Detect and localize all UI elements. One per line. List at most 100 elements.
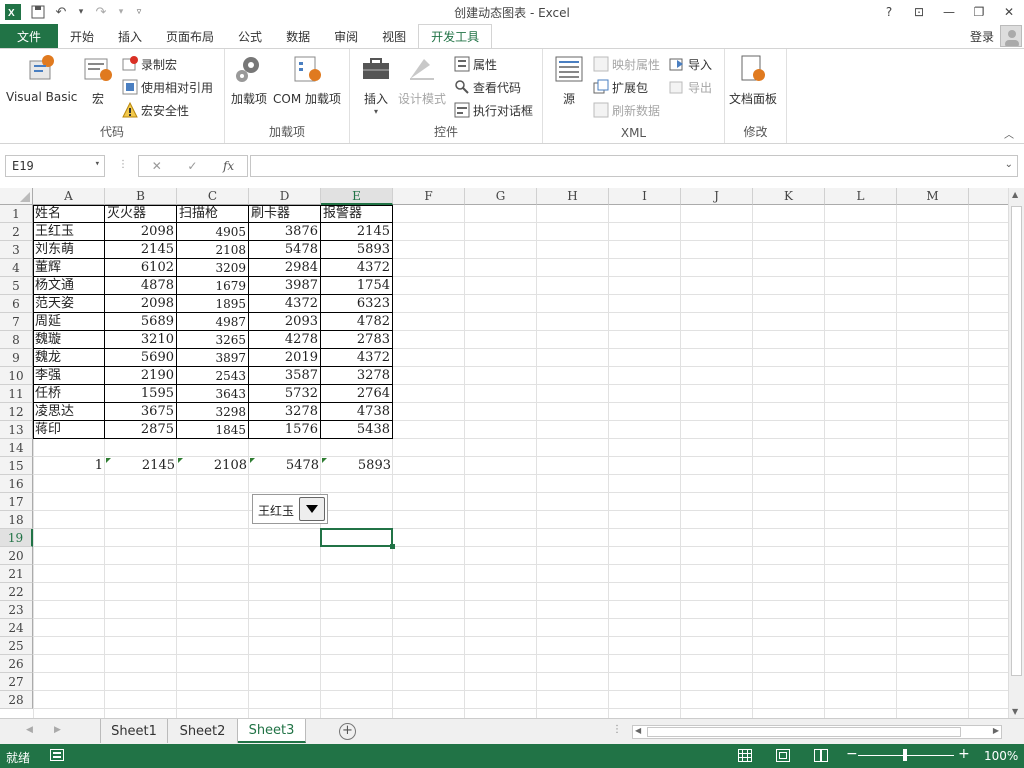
cell-e8[interactable]: 2783 bbox=[321, 331, 393, 349]
help-button[interactable]: ? bbox=[874, 0, 904, 24]
name-box[interactable]: E19 ▾ bbox=[5, 155, 105, 177]
cell-c9[interactable]: 3897 bbox=[177, 349, 249, 367]
sheet-tab-sheet3[interactable]: Sheet3 bbox=[238, 719, 306, 743]
cell-a7[interactable]: 周延 bbox=[33, 313, 105, 331]
cell-d12[interactable]: 3278 bbox=[249, 403, 321, 421]
zoom-slider-thumb[interactable] bbox=[903, 749, 907, 761]
cell-b8[interactable]: 3210 bbox=[105, 331, 177, 349]
row-header-15[interactable]: 15 bbox=[0, 457, 33, 475]
cell-d5[interactable]: 3987 bbox=[249, 277, 321, 295]
cell-a4[interactable]: 董辉 bbox=[33, 259, 105, 277]
view-code-button[interactable]: 查看代码 bbox=[454, 77, 521, 97]
column-header-a[interactable]: A bbox=[33, 188, 105, 205]
cell-c2[interactable]: 4905 bbox=[177, 223, 249, 241]
undo-icon[interactable]: ↶ bbox=[50, 0, 72, 24]
page-break-view-icon[interactable] bbox=[814, 749, 828, 765]
login-link[interactable]: 登录 bbox=[970, 28, 994, 45]
cell-c6[interactable]: 1895 bbox=[177, 295, 249, 313]
row-header-27[interactable]: 27 bbox=[0, 673, 33, 691]
scroll-up-icon[interactable]: ▲ bbox=[1012, 190, 1018, 199]
cell-c7[interactable]: 4987 bbox=[177, 313, 249, 331]
cell-b15[interactable]: 2145 bbox=[105, 457, 177, 475]
document-panel-button[interactable]: 文档面板 bbox=[729, 53, 777, 107]
cell-e4[interactable]: 4372 bbox=[321, 259, 393, 277]
row-header-16[interactable]: 16 bbox=[0, 475, 33, 493]
cell-a9[interactable]: 魏龙 bbox=[33, 349, 105, 367]
tab-file[interactable]: 文件 bbox=[0, 24, 58, 48]
row-header-24[interactable]: 24 bbox=[0, 619, 33, 637]
add-sheet-icon[interactable]: + bbox=[339, 723, 356, 740]
cell-c3[interactable]: 2108 bbox=[177, 241, 249, 259]
macro-record-icon[interactable] bbox=[50, 749, 64, 764]
cell-b7[interactable]: 5689 bbox=[105, 313, 177, 331]
cell-e7[interactable]: 4782 bbox=[321, 313, 393, 331]
row-header-28[interactable]: 28 bbox=[0, 691, 33, 709]
cell-b10[interactable]: 2190 bbox=[105, 367, 177, 385]
name-combo-box[interactable]: 王红玉 bbox=[252, 494, 328, 524]
cell-e11[interactable]: 2764 bbox=[321, 385, 393, 403]
row-header-19[interactable]: 19 bbox=[0, 529, 33, 547]
cell-b2[interactable]: 2098 bbox=[105, 223, 177, 241]
error-indicator-icon[interactable] bbox=[250, 458, 255, 463]
row-header-2[interactable]: 2 bbox=[0, 223, 33, 241]
row-header-3[interactable]: 3 bbox=[0, 241, 33, 259]
column-header-j[interactable]: J bbox=[681, 188, 753, 205]
tab-review[interactable]: 审阅 bbox=[322, 24, 370, 48]
ribbon-display-options-button[interactable]: ⊡ bbox=[904, 0, 934, 24]
vertical-scrollbar[interactable]: ▲ ▼ bbox=[1008, 188, 1024, 718]
cell-e9[interactable]: 4372 bbox=[321, 349, 393, 367]
fill-handle[interactable] bbox=[390, 544, 395, 549]
row-header-21[interactable]: 21 bbox=[0, 565, 33, 583]
row-header-4[interactable]: 4 bbox=[0, 259, 33, 277]
redo-icon[interactable]: ↷ bbox=[90, 0, 112, 24]
visual-basic-button[interactable]: Visual Basic bbox=[6, 53, 77, 104]
cell-e15[interactable]: 5893 bbox=[321, 457, 393, 475]
formula-input[interactable]: ⌄ bbox=[250, 155, 1018, 177]
select-all-corner[interactable] bbox=[0, 188, 33, 205]
cell-b1[interactable]: 灭火器 bbox=[105, 205, 177, 223]
row-header-13[interactable]: 13 bbox=[0, 421, 33, 439]
page-layout-view-icon[interactable] bbox=[776, 749, 790, 765]
row-header-1[interactable]: 1 bbox=[0, 205, 33, 223]
cell-a5[interactable]: 杨文通 bbox=[33, 277, 105, 295]
undo-dropdown-icon[interactable]: ▾ bbox=[72, 0, 90, 24]
horizontal-scrollbar[interactable]: ◀ ▶ bbox=[632, 725, 1002, 739]
minimize-button[interactable]: — bbox=[934, 0, 964, 24]
tab-view[interactable]: 视图 bbox=[370, 24, 418, 48]
cell-e3[interactable]: 5893 bbox=[321, 241, 393, 259]
column-header-f[interactable]: F bbox=[393, 188, 465, 205]
error-indicator-icon[interactable] bbox=[106, 458, 111, 463]
insert-control-button[interactable]: 插入 ▾ bbox=[360, 53, 392, 116]
normal-view-icon[interactable] bbox=[738, 749, 752, 765]
cell-c1[interactable]: 扫描枪 bbox=[177, 205, 249, 223]
cell-d4[interactable]: 2984 bbox=[249, 259, 321, 277]
row-header-18[interactable]: 18 bbox=[0, 511, 33, 529]
row-header-7[interactable]: 7 bbox=[0, 313, 33, 331]
cell-d7[interactable]: 2093 bbox=[249, 313, 321, 331]
column-header-g[interactable]: G bbox=[465, 188, 537, 205]
row-header-25[interactable]: 25 bbox=[0, 637, 33, 655]
cell-c10[interactable]: 2543 bbox=[177, 367, 249, 385]
cell-c8[interactable]: 3265 bbox=[177, 331, 249, 349]
cell-d8[interactable]: 4278 bbox=[249, 331, 321, 349]
map-properties-button[interactable]: 映射属性 bbox=[593, 54, 660, 74]
cell-b4[interactable]: 6102 bbox=[105, 259, 177, 277]
cell-d13[interactable]: 1576 bbox=[249, 421, 321, 439]
scroll-right-icon[interactable]: ▶ bbox=[993, 726, 999, 735]
cell-e1[interactable]: 报警器 bbox=[321, 205, 393, 223]
row-header-20[interactable]: 20 bbox=[0, 547, 33, 565]
cell-d9[interactable]: 2019 bbox=[249, 349, 321, 367]
column-header-c[interactable]: C bbox=[177, 188, 249, 205]
column-header-e[interactable]: E bbox=[321, 188, 393, 205]
cell-c12[interactable]: 3298 bbox=[177, 403, 249, 421]
cell-e5[interactable]: 1754 bbox=[321, 277, 393, 295]
maximize-button[interactable]: ❐ bbox=[964, 0, 994, 24]
row-header-14[interactable]: 14 bbox=[0, 439, 33, 457]
cell-a15[interactable]: 1 bbox=[33, 457, 105, 475]
macros-button[interactable]: 宏 bbox=[82, 53, 114, 107]
addins-button[interactable]: 加载项 bbox=[231, 53, 267, 107]
row-header-11[interactable]: 11 bbox=[0, 385, 33, 403]
cell-d11[interactable]: 5732 bbox=[249, 385, 321, 403]
row-header-23[interactable]: 23 bbox=[0, 601, 33, 619]
cell-a3[interactable]: 刘东萌 bbox=[33, 241, 105, 259]
